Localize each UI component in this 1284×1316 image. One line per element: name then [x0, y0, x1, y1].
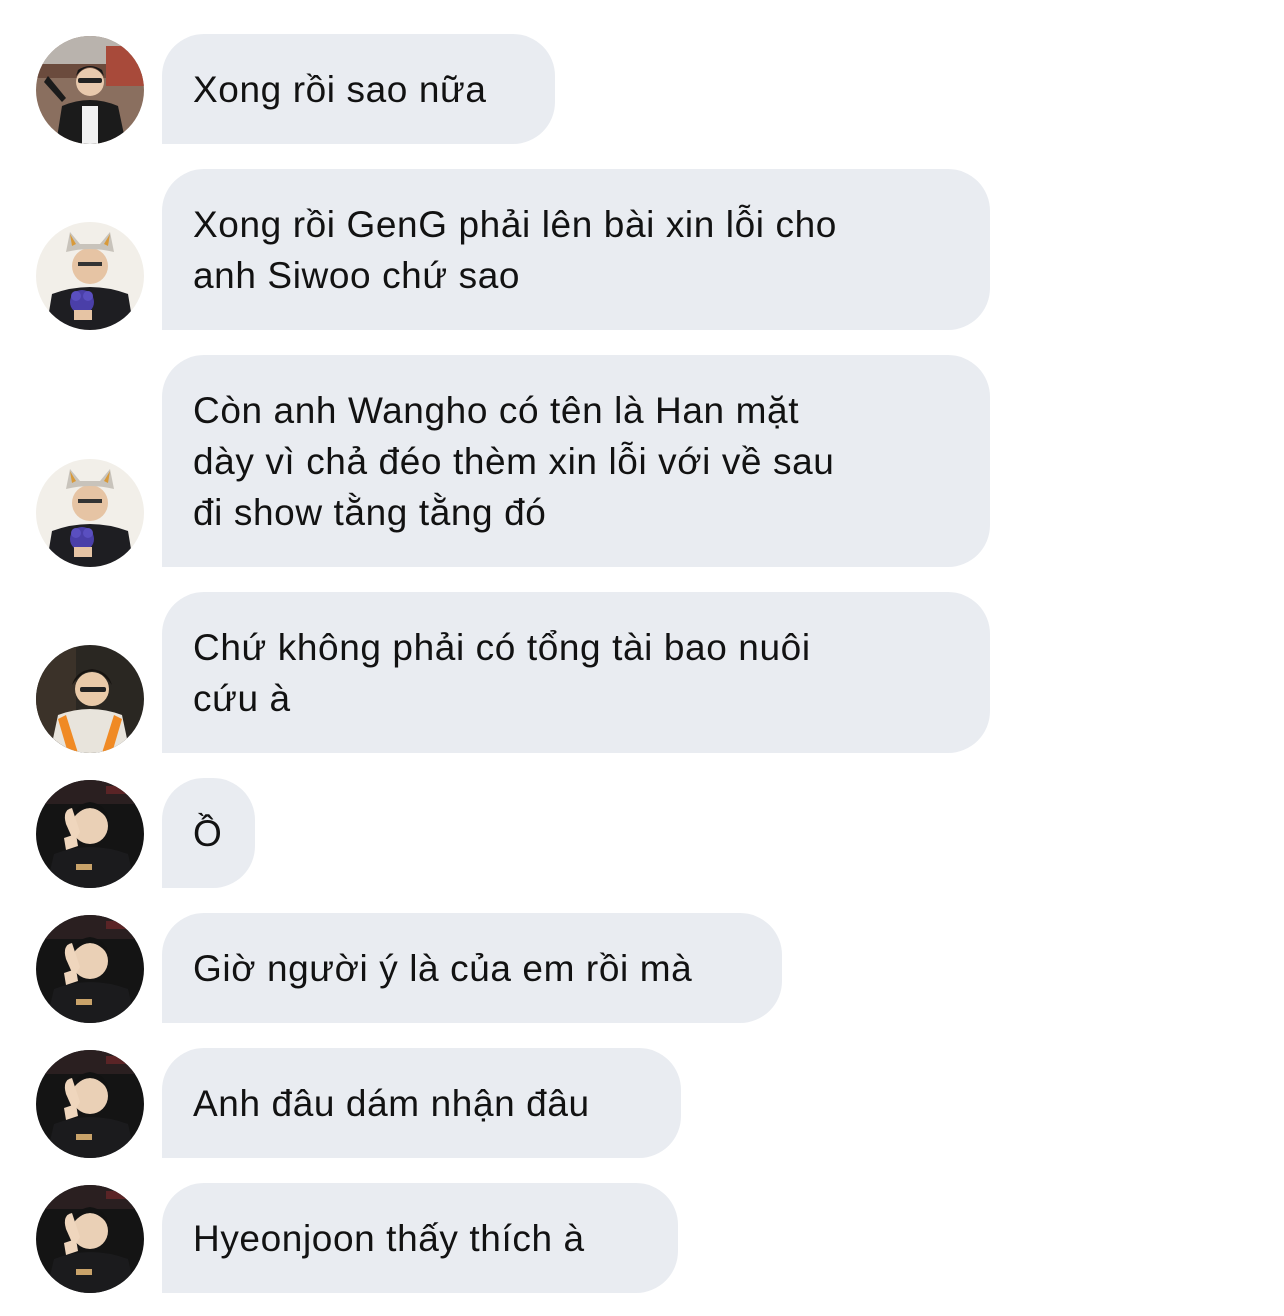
avatar[interactable] — [36, 780, 144, 888]
message-bubble[interactable]: Hyeonjoon thấy thích à — [162, 1183, 678, 1293]
avatar[interactable] — [36, 645, 144, 753]
avatar-jacket-outdoor-icon — [36, 36, 144, 144]
chat-thread: Xong rồi sao nữa Xong rồi GenG phải lên … — [0, 0, 1284, 1316]
message-bubble[interactable]: Ồ — [162, 778, 255, 888]
avatar[interactable] — [36, 36, 144, 144]
message-bubble[interactable]: Xong rồi sao nữa — [162, 34, 555, 144]
message-bubble[interactable]: Còn anh Wangho có tên là Han mặt dày vì … — [162, 355, 990, 567]
avatar[interactable] — [36, 915, 144, 1023]
avatar[interactable] — [36, 1185, 144, 1293]
avatar[interactable] — [36, 1050, 144, 1158]
message-bubble[interactable]: Anh đâu dám nhận đâu — [162, 1048, 681, 1158]
avatar-orange-jersey-icon — [36, 645, 144, 753]
message-bubble[interactable]: Xong rồi GenG phải lên bài xin lỗi cho a… — [162, 169, 990, 330]
message-bubble[interactable]: Giờ người ý là của em rồi mà — [162, 913, 782, 1023]
avatar-cat-hat-icon — [36, 222, 144, 330]
avatar-cat-hat-icon — [36, 459, 144, 567]
avatar-hand-on-face-icon — [36, 780, 144, 888]
avatar[interactable] — [36, 222, 144, 330]
avatar-hand-on-face-icon — [36, 1050, 144, 1158]
message-bubble[interactable]: Chứ không phải có tổng tài bao nuôi cứu … — [162, 592, 990, 753]
avatar-hand-on-face-icon — [36, 1185, 144, 1293]
avatar-hand-on-face-icon — [36, 915, 144, 1023]
avatar[interactable] — [36, 459, 144, 567]
